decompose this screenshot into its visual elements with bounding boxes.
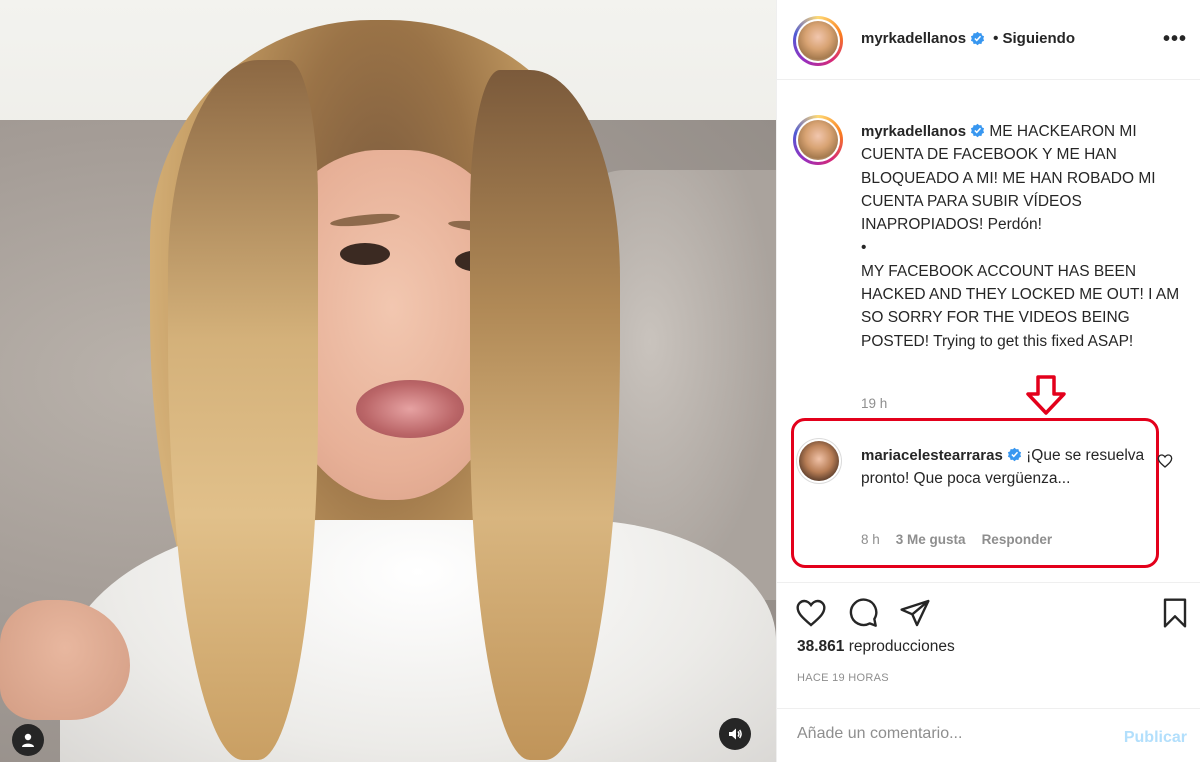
comment-meta: 8 h 3 Me gusta Responder (861, 532, 1052, 547)
video-player[interactable] (0, 0, 776, 762)
comment-composer: Publicar (777, 708, 1200, 762)
reply-button[interactable]: Responder (982, 532, 1053, 547)
left-eye (340, 243, 390, 265)
follow-separator: • (993, 30, 999, 47)
speaker-icon (729, 728, 742, 740)
verified-badge-icon (1007, 447, 1021, 462)
tagged-users-button[interactable] (12, 724, 44, 756)
caption-timestamp[interactable]: 19 h (861, 396, 887, 411)
verified-badge-icon (971, 31, 985, 46)
paper-plane-icon[interactable] (899, 597, 931, 629)
view-count[interactable]: 38.861 reproducciones (797, 638, 955, 656)
user-icon (22, 733, 34, 747)
author-username[interactable]: myrkadellanos (861, 30, 966, 47)
follow-status-label: Siguiendo (1002, 30, 1076, 47)
caption-author-avatar[interactable] (793, 115, 843, 165)
post-timestamp[interactable]: HACE 19 HORAS (797, 672, 889, 684)
commenter-avatar[interactable] (796, 438, 842, 484)
post-panel: myrkadellanos • Siguiendo ••• myrkadella… (776, 0, 1200, 762)
white-shirt (60, 520, 776, 762)
more-options-button[interactable]: ••• (1163, 28, 1187, 51)
commenter-username[interactable]: mariacelestearraras (861, 447, 1003, 464)
follow-status-button[interactable]: • Siguiendo (993, 30, 1075, 47)
comment-heart-icon[interactable] (1157, 453, 1173, 469)
verified-badge-icon (971, 123, 985, 138)
caption-text: ME HACKEARON MI CUENTA DE FACEBOOK Y ME … (861, 123, 1180, 350)
comment-bubble-icon[interactable] (847, 597, 879, 629)
post-header: myrkadellanos • Siguiendo ••• (777, 0, 1200, 80)
caption-username[interactable]: myrkadellanos (861, 123, 966, 140)
bookmark-icon[interactable] (1159, 597, 1191, 629)
comment-likes[interactable]: 3 Me gusta (896, 532, 966, 547)
comment: mariacelestearraras ¡Que se resuelva pro… (861, 444, 1161, 491)
view-count-number: 38.861 (797, 638, 845, 655)
author-avatar[interactable] (793, 16, 843, 66)
lips (356, 380, 464, 438)
audio-toggle-button[interactable] (719, 718, 751, 750)
action-bar (777, 582, 1200, 642)
down-arrow-icon (1026, 375, 1066, 415)
post-caption: myrkadellanos ME HACKEARON MI CUENTA DE … (861, 120, 1193, 353)
view-count-label: reproducciones (848, 638, 955, 655)
publish-button[interactable]: Publicar (1124, 729, 1187, 747)
author-row: myrkadellanos • Siguiendo (861, 30, 1075, 47)
heart-icon[interactable] (795, 597, 827, 629)
comment-timestamp[interactable]: 8 h (861, 532, 880, 547)
comment-input[interactable] (797, 725, 1097, 743)
